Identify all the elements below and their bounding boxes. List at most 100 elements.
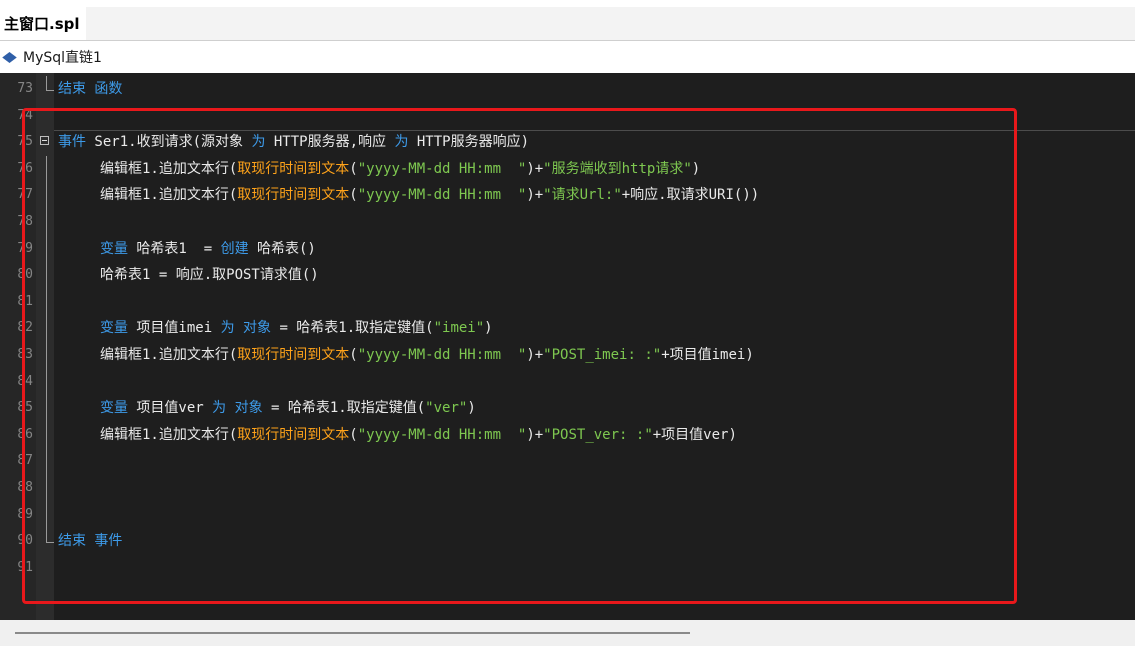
code-line[interactable]: 77 编辑框1.追加文本行(取现行时间到文本("yyyy-MM-dd HH:mm …	[0, 182, 1135, 209]
fold-end-marker	[46, 76, 54, 91]
code-line[interactable]: 73 结束 函数	[0, 76, 1135, 103]
code-token: 取现行时间到文本	[237, 346, 350, 363]
code-token: "请求Url:"	[543, 187, 622, 204]
code-line[interactable]: 79 变量 哈希表1 = 创建 哈希表()	[0, 235, 1135, 263]
code-token: (	[349, 160, 358, 177]
code-line[interactable]: 81	[0, 288, 1135, 316]
code-token: 结束 函数	[58, 81, 123, 97]
code-token: "yyyy-MM-dd HH:mm "	[357, 187, 527, 204]
code-line[interactable]: 80 哈希表1 = 响应.取POST请求值()	[0, 262, 1135, 289]
code-token: 编辑框1.追加文本行(	[100, 426, 238, 443]
code-line[interactable]: 85 变量 项目值ver 为 对象 = 哈希表1.取指定键值("ver")	[0, 395, 1135, 422]
code-line[interactable]: 90 结束 事件	[0, 528, 1135, 555]
line-number: 90	[17, 533, 33, 549]
line-number: 91	[17, 559, 33, 575]
code-token: "POST_imei: :"	[543, 346, 662, 363]
code-token: )+	[526, 160, 544, 177]
code-line[interactable]: 88	[0, 474, 1135, 502]
code-line[interactable]: 84	[0, 368, 1135, 396]
fold-guide-line	[46, 341, 47, 369]
code-text: 结束 函数	[58, 76, 122, 103]
code-line[interactable]: 89	[0, 501, 1135, 529]
line-number: 81	[17, 293, 33, 309]
fold-guide-line	[46, 448, 47, 475]
fold-guide-line	[46, 155, 47, 183]
line-number: 84	[17, 373, 33, 389]
code-token: )+	[526, 187, 544, 204]
tab-bar: 主窗口.spl	[0, 7, 1135, 41]
code-token: "yyyy-MM-dd HH:mm "	[357, 346, 527, 363]
code-token: 变量	[100, 400, 128, 417]
line-number: 86	[17, 426, 33, 442]
code-token: +项目值imei)	[661, 346, 754, 363]
code-token: 变量	[100, 240, 128, 257]
code-line[interactable]: 75 事件 Ser1.收到请求(源对象 为 HTTP服务器,响应 为 HTTP服务…	[0, 129, 1135, 156]
fold-guide-line	[46, 474, 47, 502]
code-lines: 73 结束 函数 74 75 事件 Ser1.收到请求(源对象 为 HTTP服务器,响应…	[0, 76, 1135, 581]
code-editor[interactable]: 73 结束 函数 74 75 事件 Ser1.收到请求(源对象 为 HTTP服务器,响应…	[0, 73, 1135, 620]
code-line[interactable]: 82 变量 项目值imei 为 对象 = 哈希表1.取指定键值("imei")	[0, 315, 1135, 342]
code-token: )	[484, 320, 493, 337]
code-token: 对象	[234, 400, 263, 417]
code-token: HTTP服务器响应)	[408, 134, 530, 151]
code-token: 哈希表1 = 响应.取POST请求值()	[100, 267, 319, 284]
code-line[interactable]: 83 编辑框1.追加文本行(取现行时间到文本("yyyy-MM-dd HH:mm …	[0, 341, 1135, 369]
fold-collapse-icon[interactable]	[40, 136, 49, 146]
code-token: (	[349, 187, 358, 204]
tab-title: 主窗口.spl	[4, 15, 80, 33]
fold-guide-line	[46, 208, 47, 236]
code-token: 项目值imei	[128, 320, 221, 337]
code-token: +项目值ver)	[652, 426, 737, 443]
fold-guide-line	[46, 501, 47, 529]
code-token: (	[349, 426, 358, 443]
line-number: 82	[17, 320, 33, 336]
code-token: "服务端收到http请求"	[543, 160, 692, 177]
code-text: 编辑框1.追加文本行(取现行时间到文本("yyyy-MM-dd HH:mm ")…	[100, 342, 754, 369]
code-line[interactable]: 78	[0, 208, 1135, 236]
line-number: 74	[17, 107, 33, 123]
code-text: 变量 项目值imei 为 对象 = 哈希表1.取指定键值("imei")	[100, 315, 493, 342]
code-token: "yyyy-MM-dd HH:mm "	[357, 426, 527, 443]
scrollbar-thumb[interactable]	[15, 632, 690, 634]
code-token: "yyyy-MM-dd HH:mm "	[357, 160, 527, 177]
code-token: 哈希表1 =	[128, 240, 221, 257]
line-number: 75	[17, 134, 33, 150]
breadcrumb-label: MySql直链1	[23, 50, 102, 66]
code-token: 取现行时间到文本	[237, 160, 350, 177]
code-token: = 哈希表1.取指定键值(	[271, 320, 434, 337]
code-token: 事件	[58, 134, 86, 151]
diamond-icon	[2, 51, 17, 63]
code-text: 编辑框1.追加文本行(取现行时间到文本("yyyy-MM-dd HH:mm ")…	[100, 156, 700, 183]
code-token: 编辑框1.追加文本行(	[100, 187, 238, 204]
code-token: )	[467, 400, 476, 417]
line-number: 88	[17, 479, 33, 495]
fold-guide-line	[46, 262, 47, 289]
line-number: 80	[17, 267, 33, 283]
code-line[interactable]: 91	[0, 555, 1135, 582]
code-token: 变量	[100, 320, 128, 337]
fold-guide-line	[46, 395, 47, 422]
code-line[interactable]: 76 编辑框1.追加文本行(取现行时间到文本("yyyy-MM-dd HH:mm …	[0, 155, 1135, 183]
tab-main-window[interactable]: 主窗口.spl	[0, 7, 86, 40]
fold-end-marker	[46, 528, 54, 544]
code-token: 取现行时间到文本	[237, 187, 350, 204]
code-line[interactable]: 86 编辑框1.追加文本行(取现行时间到文本("yyyy-MM-dd HH:mm …	[0, 421, 1135, 449]
code-token: "ver"	[425, 400, 468, 417]
ide-window: 主窗口.spl MySql直链1 73 结束 函数 74 75 事件 Ser1.收到请求…	[0, 0, 1135, 646]
code-token: Ser1.收到请求(源对象	[86, 134, 252, 151]
code-token: 编辑框1.追加文本行(	[100, 346, 238, 363]
code-token: (	[349, 346, 358, 363]
code-line[interactable]: 87	[0, 448, 1135, 475]
horizontal-scrollbar[interactable]	[0, 620, 1135, 646]
code-token: = 哈希表1.取指定键值(	[262, 400, 426, 417]
code-token: 项目值ver	[128, 400, 213, 417]
top-strip	[0, 0, 1135, 7]
line-number: 87	[17, 453, 33, 469]
code-text: 事件 Ser1.收到请求(源对象 为 HTTP服务器,响应 为 HTTP服务器响…	[58, 129, 529, 156]
line-number: 85	[17, 400, 33, 416]
line-number: 89	[17, 506, 33, 522]
breadcrumb[interactable]: MySql直链1	[0, 41, 1135, 73]
code-line[interactable]: 74	[0, 103, 1135, 130]
